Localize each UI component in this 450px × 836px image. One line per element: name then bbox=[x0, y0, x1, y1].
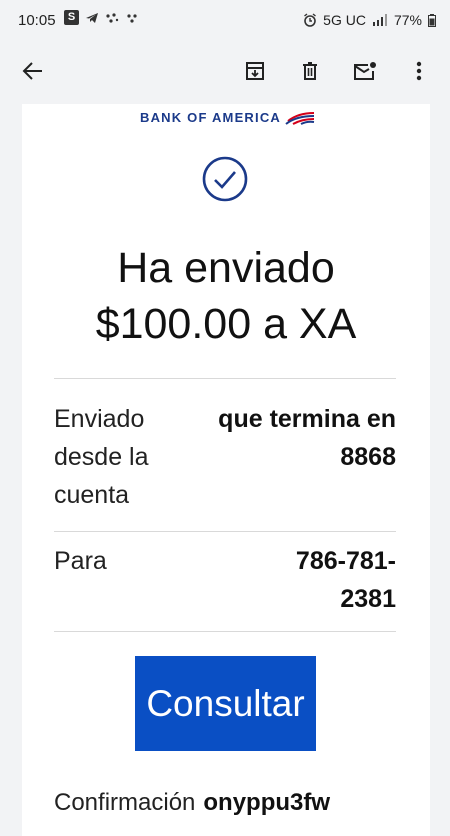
delete-button[interactable] bbox=[293, 54, 327, 88]
flag-logo-icon bbox=[285, 111, 315, 125]
status-bar: 10:05 S 5G UC 77% bbox=[0, 0, 450, 44]
archive-icon bbox=[246, 62, 264, 80]
s-app-icon: S bbox=[64, 10, 79, 25]
consultar-button[interactable]: Consultar bbox=[135, 656, 316, 751]
mark-unread-button[interactable] bbox=[348, 54, 382, 88]
sent-from-value: que termina en 8868 bbox=[218, 405, 396, 471]
confirmation-label: Confirmación bbox=[54, 789, 196, 816]
headline: Ha enviado $100.00 a XA bbox=[22, 240, 430, 352]
dots-icon bbox=[106, 12, 119, 23]
bank-logo: BANK OF AMERICA bbox=[140, 110, 316, 125]
email-toolbar bbox=[0, 44, 450, 100]
divider bbox=[54, 531, 396, 532]
alarm-icon bbox=[304, 13, 317, 27]
more-options-button[interactable] bbox=[402, 54, 436, 88]
battery-percent: 77% bbox=[393, 12, 422, 28]
delete-icon bbox=[303, 62, 317, 80]
back-arrow-icon bbox=[22, 62, 42, 80]
battery-icon bbox=[428, 13, 436, 27]
confirmation: Confirmación onyppu3fw bbox=[54, 786, 330, 820]
telegram-icon bbox=[86, 12, 98, 23]
divider bbox=[54, 378, 396, 379]
signal-icon bbox=[372, 14, 387, 26]
mark-unread-icon bbox=[354, 62, 376, 80]
back-button[interactable] bbox=[16, 54, 50, 88]
headline-amount: $100.00 a XA bbox=[95, 300, 357, 348]
success-check-icon bbox=[202, 156, 248, 202]
sent-from-label: Enviado desde la cuenta bbox=[54, 405, 149, 509]
archive-button[interactable] bbox=[238, 54, 272, 88]
email-body: BANK OF AMERICA Ha enviado $100.00 a XA … bbox=[22, 104, 430, 836]
headline-line1: Ha enviado bbox=[117, 244, 335, 292]
to-value: 786-781-2381 bbox=[295, 547, 396, 613]
network-label: 5G UC bbox=[323, 12, 366, 28]
confirmation-code: onyppu3fw bbox=[203, 789, 331, 816]
dots-icon-2 bbox=[127, 13, 137, 23]
notification-icons: S bbox=[64, 10, 139, 25]
more-vert-icon bbox=[416, 61, 422, 81]
to-label: Para bbox=[54, 547, 107, 575]
status-right: 5G UC 77% bbox=[303, 12, 436, 28]
brand-name: BANK OF AMERICA bbox=[140, 110, 282, 125]
status-time: 10:05 bbox=[18, 12, 56, 29]
divider bbox=[54, 631, 396, 632]
